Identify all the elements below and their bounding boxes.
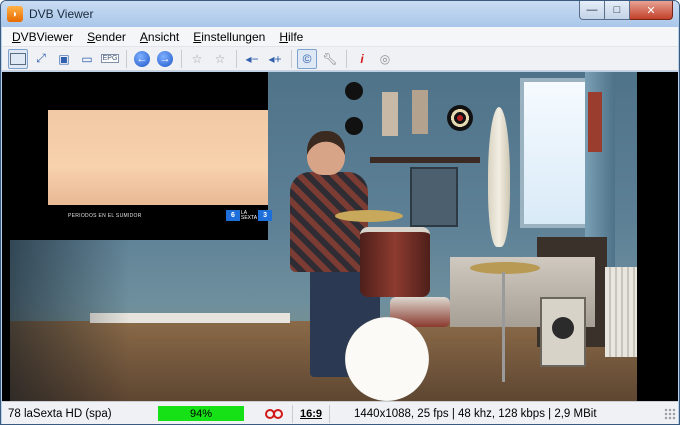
menu-bar: DVBViewer Sender Ansicht Einstellungen H…	[2, 27, 678, 47]
toolbar-separator	[236, 49, 237, 68]
volume-up-icon[interactable]: ◂+	[265, 49, 285, 69]
menu-einstellungen[interactable]: Einstellungen	[193, 30, 265, 44]
toolbar-separator	[181, 49, 182, 68]
window-controls: — □ ✕	[579, 1, 673, 20]
pip-video-frame	[48, 110, 268, 205]
dvb-viewer-window: ◗ DVB Viewer — □ ✕ DVBViewer Sender Ansi…	[0, 0, 680, 425]
close-button[interactable]: ✕	[630, 1, 673, 20]
screen-icon[interactable]	[8, 48, 28, 69]
window-title: DVB Viewer	[29, 7, 94, 21]
epg-icon[interactable]: EPG	[100, 49, 120, 69]
pip-channel-logo: 6 LA SEXTA 3	[226, 210, 273, 221]
picture-in-picture[interactable]: PERIODOS EN EL SUMIDOR 6 LA SEXTA 3	[10, 72, 273, 240]
resize-grip-icon[interactable]	[664, 407, 676, 420]
pip-logo-channel: 3	[258, 210, 273, 221]
copyright-icon[interactable]: ©	[297, 48, 317, 69]
stream-info: 1440x1088, 25 fps | 48 khz, 128 kbps | 2…	[354, 407, 597, 420]
pip-logo-text-bottom: SEXTA	[241, 214, 258, 221]
channel-name[interactable]: 78 laSexta HD (spa)	[2, 405, 152, 423]
minimize-button[interactable]: —	[579, 1, 605, 20]
osd-icon[interactable]: ▭	[77, 49, 97, 69]
menu-dvbviewer[interactable]: DVBViewer	[12, 30, 73, 44]
add-favorite-star-icon[interactable]: ☆	[210, 49, 230, 69]
menu-ansicht[interactable]: Ansicht	[140, 30, 179, 44]
menu-hilfe[interactable]: Hilfe	[279, 30, 303, 44]
toolbar-separator	[126, 49, 127, 68]
teletext-icon[interactable]: ▣	[54, 49, 74, 69]
pip-logo-number: 6	[226, 210, 240, 221]
fullscreen-icon[interactable]: ⤢	[31, 49, 51, 69]
title-bar[interactable]: ◗ DVB Viewer — □ ✕	[1, 1, 679, 27]
signal-strength: 94%	[158, 406, 244, 421]
record-icon[interactable]	[256, 405, 292, 423]
menu-sender[interactable]: Sender	[87, 30, 126, 44]
forward-arrow-icon[interactable]: →	[155, 49, 175, 69]
app-rss-icon[interactable]: ◗	[7, 6, 23, 22]
aspect-ratio[interactable]: 16:9	[292, 404, 330, 423]
toolbar-separator	[346, 49, 347, 68]
wrench-icon[interactable]: 🔧︎	[320, 49, 340, 69]
record-disc-icon[interactable]: ◎	[375, 49, 395, 69]
pip-caption: PERIODOS EN EL SUMIDOR	[68, 213, 142, 219]
info-icon[interactable]: i	[352, 49, 372, 69]
toolbar: ⤢ ▣ ▭ EPG ← → ☆ ☆ ◂− ◂+ © 🔧︎ i ◎	[2, 47, 678, 71]
maximize-button[interactable]: □	[605, 1, 630, 20]
status-bar: 78 laSexta HD (spa) 94% 16:9 1440x1088, …	[2, 401, 678, 424]
video-display[interactable]: PERIODOS EN EL SUMIDOR 6 LA SEXTA 3	[2, 72, 678, 401]
toolbar-separator	[291, 49, 292, 68]
favorite-star-icon[interactable]: ☆	[187, 49, 207, 69]
back-arrow-icon[interactable]: ←	[132, 49, 152, 69]
volume-down-icon[interactable]: ◂−	[242, 49, 262, 69]
